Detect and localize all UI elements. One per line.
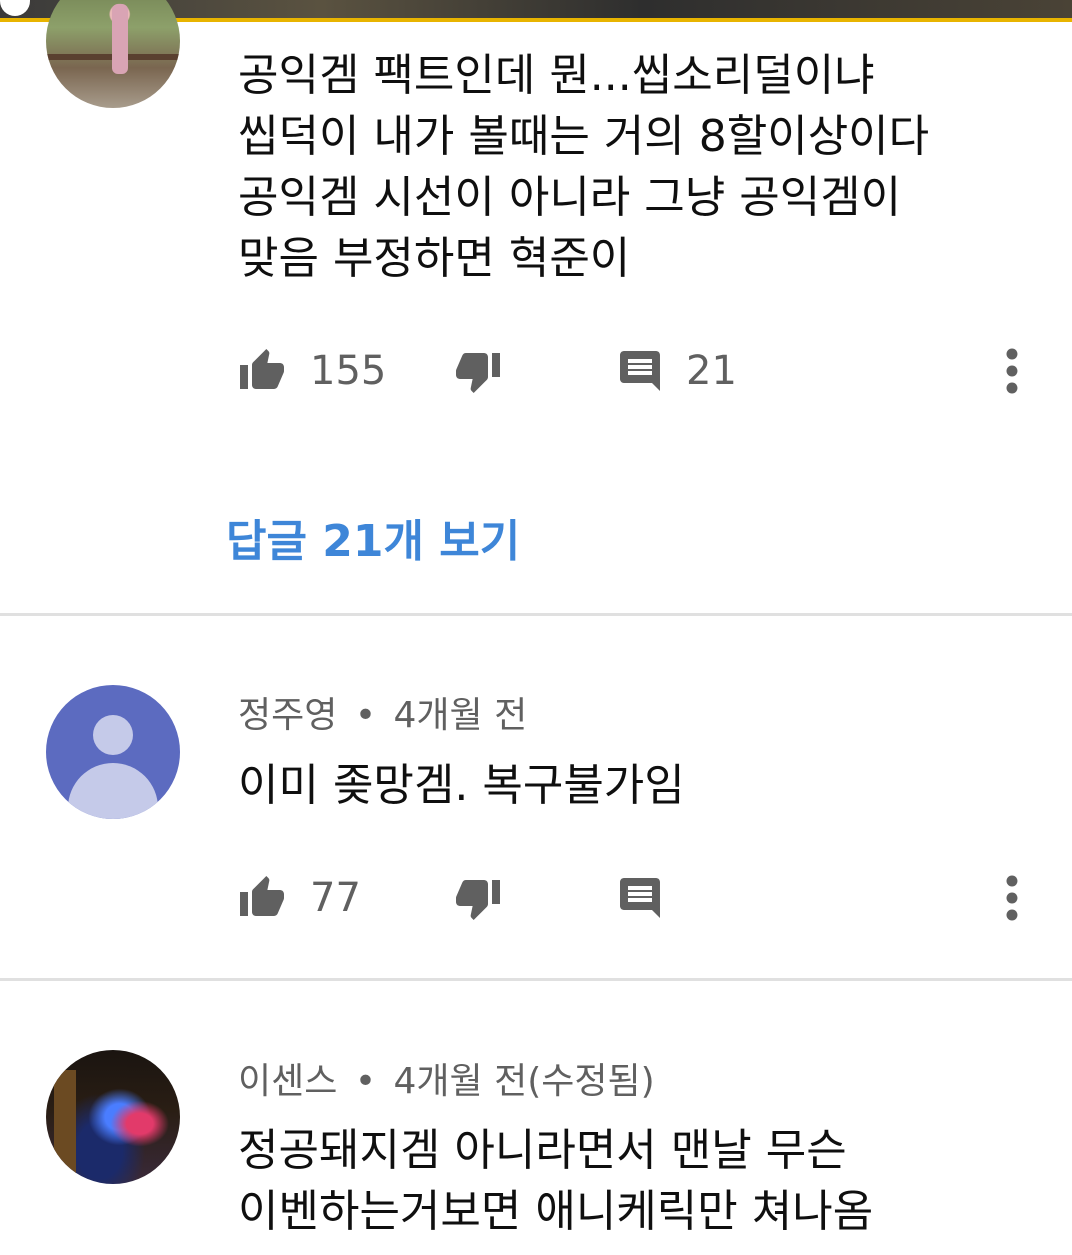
meta-separator: • [354,695,377,736]
comment-text: 정공돼지겜 아니라면서 맨날 무슨 이벤하는거보면 애니케릭만 쳐나옴 [238,1120,873,1242]
author-name[interactable]: 이센스 [238,1061,337,1102]
comment-icon [620,878,660,918]
like-button[interactable]: 155 [236,341,386,401]
like-count: 77 [310,875,361,921]
comment-line: 공익겜 시선이 아니라 그냥 공익겜이 [238,172,902,223]
comment-text: 공익겜 팩트인데 뭔...씹소리덜이냐 씹덕이 내가 볼때는 거의 8할이상이다… [238,45,929,289]
comment-time: 4개월 전(수정됨) [393,1061,655,1102]
comment-line: 정공돼지겜 아니라면서 맨날 무슨 [238,1125,847,1176]
thumb-up-icon [240,349,284,389]
comment-meta: 이센스 • 4개월 전(수정됨) [238,1052,655,1104]
comment-icon [620,351,660,391]
more-vert-icon [1006,875,1018,921]
divider [0,978,1072,981]
like-button[interactable]: 77 [236,868,361,928]
thumb-up-icon [240,876,284,916]
comment-text: 이미 좆망겜. 복구불가임 [238,755,685,816]
comment-time: 4개월 전 [393,695,528,736]
comment-line: 이미 좆망겜. 복구불가임 [238,760,685,811]
thumb-down-icon [456,353,500,393]
divider [0,613,1072,616]
more-vert-icon [1006,348,1018,394]
more-options-button[interactable] [992,341,1032,401]
status-dot [0,0,30,16]
comment-meta: 정주영 • 4개월 전 [238,686,527,738]
meta-separator: • [354,1061,377,1102]
reply-count: 21 [686,348,737,394]
reply-button[interactable]: 21 [616,341,737,401]
comment-actions: 77 [0,868,1072,928]
reply-button[interactable] [616,868,664,928]
author-name[interactable]: 정주영 [238,695,337,736]
avatar[interactable] [46,0,180,108]
comment-line: 이벤하는거보면 애니케릭만 쳐나옴 [238,1186,874,1237]
comment-line: 맞음 부정하면 혁준이 [238,233,631,284]
comment-line: 공익겜 팩트인데 뭔...씹소리덜이냐 [238,50,875,101]
like-count: 155 [310,348,387,394]
more-options-button[interactable] [992,868,1032,928]
comment-line: 씹덕이 내가 볼때는 거의 8할이상이다 [238,111,930,162]
comment-actions: 155 21 [0,341,1072,401]
avatar[interactable] [46,1050,180,1184]
dislike-button[interactable] [452,868,504,928]
thumb-down-icon [456,880,500,920]
avatar[interactable] [46,685,180,819]
view-replies-link[interactable]: 답글 21개 보기 [226,505,520,569]
dislike-button[interactable] [452,341,504,401]
